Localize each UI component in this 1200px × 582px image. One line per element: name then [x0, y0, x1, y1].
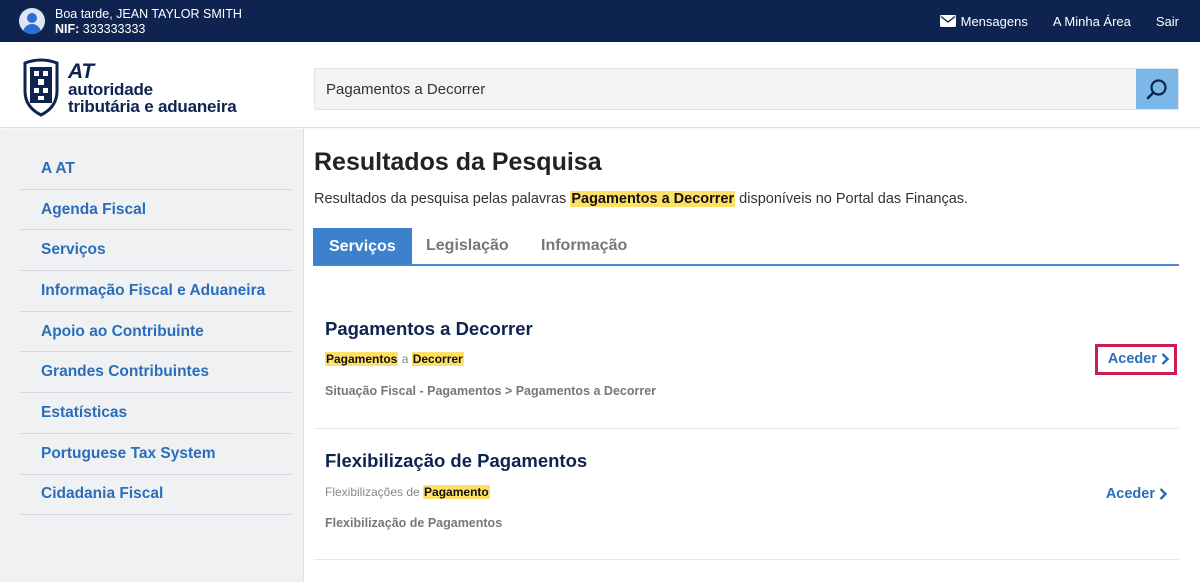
- results-intro: Resultados da pesquisa pelas palavras Pa…: [314, 191, 968, 207]
- logo-text: AT autoridade tributária e aduaneira: [68, 60, 237, 116]
- messages-label: Mensagens: [960, 13, 1028, 29]
- tab-informacao[interactable]: Informação: [541, 228, 627, 264]
- sidebar-item-informacao-fiscal[interactable]: Informação Fiscal e Aduaneira: [20, 271, 292, 312]
- envelope-icon: [939, 15, 956, 27]
- logo-at: AT: [68, 60, 95, 83]
- portugal-shield-icon: [23, 58, 59, 117]
- snippet-highlight: Pagamento: [423, 485, 490, 499]
- snippet-highlight: Decorrer: [411, 352, 464, 366]
- top-links: Mensagens A Minha Área Sair: [939, 0, 1200, 42]
- search-button[interactable]: [1136, 69, 1178, 109]
- result-title[interactable]: Flexibilização de Pagamentos: [325, 450, 587, 472]
- result-snippet: Pagamentos a Decorrer: [325, 352, 464, 366]
- result-item: Flexibilização de Pagamentos Flexibiliza…: [314, 429, 1179, 560]
- results-tabs: Serviços Legislação Informação: [313, 228, 1179, 266]
- logout-link[interactable]: Sair: [1156, 14, 1179, 29]
- site-header: AT autoridade tributária e aduaneira: [0, 42, 1200, 128]
- intro-search-term: Pagamentos a Decorrer: [570, 191, 736, 207]
- search-icon: [1146, 79, 1167, 100]
- sidebar-item-apoio-contribuinte[interactable]: Apoio ao Contribuinte: [20, 312, 292, 353]
- sidebar-nav: A AT Agenda Fiscal Serviços Informação F…: [20, 149, 292, 516]
- messages-link[interactable]: Mensagens: [939, 13, 1028, 29]
- page-title: Resultados da Pesquisa: [314, 148, 602, 176]
- result-title[interactable]: Pagamentos a Decorrer: [325, 318, 533, 340]
- top-bar: Boa tarde, JEAN TAYLOR SMITH NIF: 333333…: [0, 0, 1200, 42]
- sidebar-item-estatisticas[interactable]: Estatísticas: [20, 393, 292, 434]
- my-area-link[interactable]: A Minha Área: [1053, 14, 1131, 29]
- sidebar-item-portuguese-tax-system[interactable]: Portuguese Tax System: [20, 434, 292, 475]
- chevron-right-icon: [1159, 488, 1167, 500]
- user-greeting: Boa tarde, JEAN TAYLOR SMITH NIF: 333333…: [55, 7, 242, 37]
- result-path: Flexibilização de Pagamentos: [325, 516, 503, 530]
- sidebar: A AT Agenda Fiscal Serviços Informação F…: [0, 129, 304, 582]
- nif-line: NIF: 333333333: [55, 22, 242, 37]
- sidebar-item-servicos[interactable]: Serviços: [20, 230, 292, 272]
- aceder-link[interactable]: Aceder: [1106, 486, 1167, 502]
- nif-value: 333333333: [82, 22, 146, 36]
- aceder-label: Aceder: [1105, 486, 1155, 502]
- tab-servicos[interactable]: Serviços: [313, 228, 412, 265]
- result-item: Pagamentos a Decorrer Pagamentos a Decor…: [314, 287, 1179, 429]
- result-snippet: Flexibilizações de Pagamento: [325, 485, 490, 499]
- at-logo[interactable]: AT autoridade tributária e aduaneira: [21, 57, 261, 119]
- intro-after: disponíveis no Portal das Finanças.: [735, 191, 969, 207]
- aceder-link[interactable]: Aceder: [1094, 344, 1177, 375]
- sidebar-item-a-at[interactable]: A AT: [20, 149, 292, 190]
- snippet-text: a: [398, 352, 412, 366]
- sidebar-item-cidadania-fiscal[interactable]: Cidadania Fiscal: [20, 475, 292, 516]
- intro-before: Resultados da pesquisa pelas palavras: [314, 191, 571, 207]
- aceder-label: Aceder: [1107, 351, 1157, 367]
- snippet-text: Flexibilizações de: [325, 485, 424, 499]
- tab-legislacao[interactable]: Legislação: [426, 228, 509, 264]
- snippet-highlight: Pagamentos: [325, 352, 399, 366]
- search-box: [314, 68, 1179, 110]
- sidebar-item-grandes-contribuintes[interactable]: Grandes Contribuintes: [20, 352, 292, 394]
- result-path: Situação Fiscal - Pagamentos > Pagamento…: [325, 384, 657, 398]
- search-input[interactable]: [315, 69, 1137, 109]
- nif-label: NIF:: [55, 22, 80, 36]
- avatar[interactable]: [19, 8, 45, 34]
- logo-line3: tributária e aduaneira: [68, 97, 237, 116]
- chevron-right-icon: [1161, 353, 1169, 365]
- greeting-text: Boa tarde, JEAN TAYLOR SMITH: [55, 7, 242, 21]
- sidebar-item-agenda-fiscal[interactable]: Agenda Fiscal: [20, 190, 292, 231]
